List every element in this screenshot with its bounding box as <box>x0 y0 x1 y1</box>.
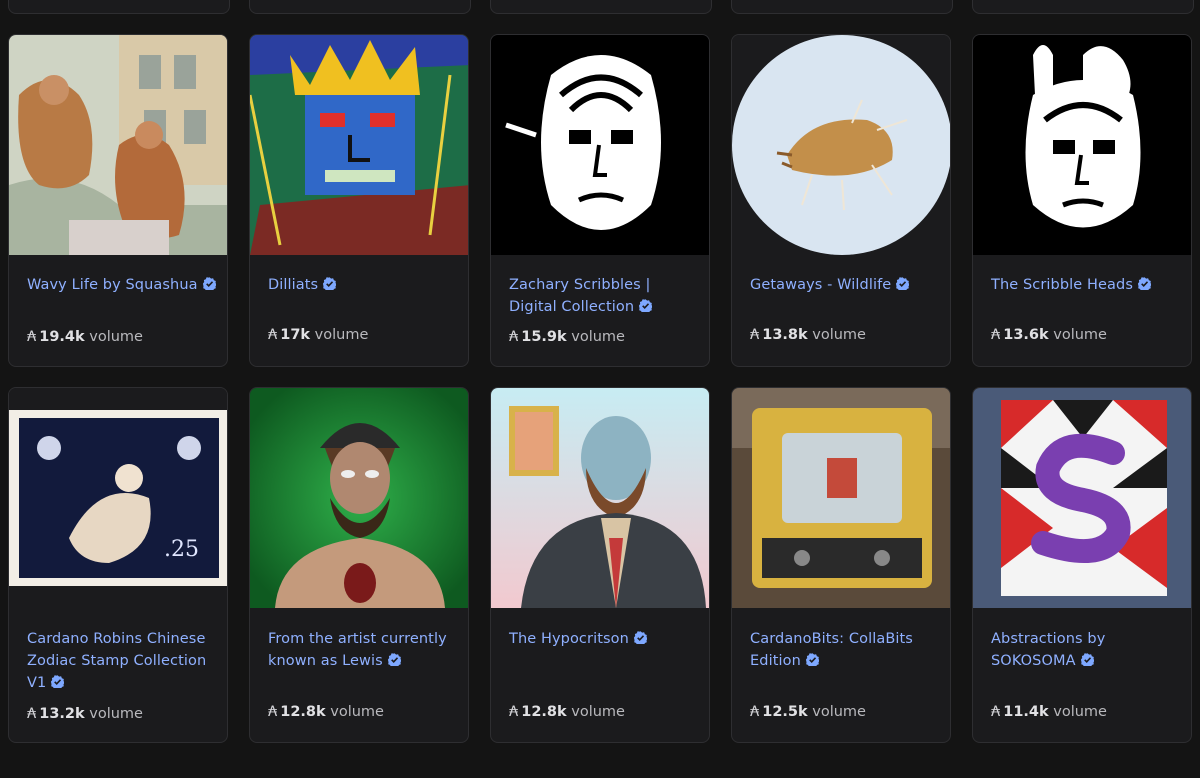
volume-label: volume <box>1053 327 1107 343</box>
ada-currency-icon: ₳ <box>991 327 1001 343</box>
verified-badge-icon <box>202 277 216 290</box>
volume-value: 17k <box>280 327 311 343</box>
verified-badge-icon <box>805 653 819 666</box>
collection-name[interactable]: Zachary Scribbles | Digital Collection <box>509 274 699 318</box>
volume-label: volume <box>89 706 143 722</box>
collection-name[interactable]: Dilliats <box>268 274 458 296</box>
collection-image-origami-beetle <box>732 35 950 255</box>
previous-row-card[interactable] <box>490 0 712 14</box>
volume-label: volume <box>812 327 866 343</box>
collection-image-scribble-face-pencil <box>491 35 709 255</box>
collection-volume: ₳ 13.8k volume <box>750 327 866 343</box>
collection-volume: ₳ 15.9k volume <box>509 329 625 345</box>
ada-currency-icon: ₳ <box>509 329 519 345</box>
collection-image-crowned-scribble-face <box>250 35 468 255</box>
collection-volume: ₳ 17k volume <box>268 327 368 343</box>
collection-image-zombie-man-glasses <box>491 388 709 608</box>
collection-volume: ₳ 11.4k volume <box>991 704 1107 720</box>
verified-badge-icon <box>1080 653 1094 666</box>
volume-value: 13.8k <box>762 327 808 343</box>
collection-name[interactable]: Cardano Robins Chinese Zodiac Stamp Coll… <box>27 628 217 694</box>
volume-label: volume <box>571 704 625 720</box>
verified-badge-icon <box>1137 277 1151 290</box>
collection-image-retro-computer <box>732 388 950 608</box>
volume-label: volume <box>314 327 369 343</box>
volume-value: 11.4k <box>1003 704 1049 720</box>
previous-row-card[interactable] <box>8 0 230 14</box>
collection-name[interactable]: From the artist currently known as Lewis <box>268 628 458 672</box>
volume-value: 12.8k <box>521 704 567 720</box>
ada-currency-icon: ₳ <box>27 706 37 722</box>
collection-name[interactable]: CardanoBits: CollaBits Edition <box>750 628 940 672</box>
verified-badge-icon <box>51 675 65 688</box>
volume-value: 19.4k <box>39 329 85 345</box>
ada-currency-icon: ₳ <box>750 704 760 720</box>
volume-label: volume <box>571 329 625 345</box>
collection-image-zodiac-stamp: .25 <box>9 388 227 608</box>
ada-currency-icon: ₳ <box>27 329 37 345</box>
verified-badge-icon <box>323 277 337 290</box>
collection-volume: ₳ 13.6k volume <box>991 327 1107 343</box>
volume-label: volume <box>812 704 866 720</box>
ada-currency-icon: ₳ <box>268 327 278 343</box>
collection-image-watercolor-monkeys <box>9 35 227 255</box>
svg-text:.25: .25 <box>164 537 199 562</box>
collection-name[interactable]: The Scribble Heads <box>991 274 1181 296</box>
verified-badge-icon <box>896 277 910 290</box>
collection-card[interactable]: Abstractions by SOKOSOMA ₳ 11.4k volume <box>972 387 1192 743</box>
collection-name[interactable]: Getaways - Wildlife <box>750 274 940 296</box>
collection-image-bearded-man-beanie <box>250 388 468 608</box>
collection-card[interactable]: The Hypocritson ₳ 12.8k volume <box>490 387 710 743</box>
volume-value: 13.2k <box>39 706 85 722</box>
collection-card[interactable]: CardanoBits: CollaBits Edition ₳ 12.5k vo… <box>731 387 951 743</box>
collection-card[interactable]: Wavy Life by Squashua ₳ 19.4k volume <box>8 34 228 367</box>
collection-volume: ₳ 13.2k volume <box>27 706 143 722</box>
verified-badge-icon <box>387 653 401 666</box>
collection-volume: ₳ 12.5k volume <box>750 704 866 720</box>
verified-badge-icon <box>633 631 647 644</box>
collection-card[interactable]: Dilliats ₳ 17k volume <box>249 34 469 367</box>
collection-volume: ₳ 19.4k volume <box>27 329 143 345</box>
previous-row-card[interactable] <box>249 0 471 14</box>
collection-card[interactable]: .25 Cardano Robins Chinese Zodiac Stamp … <box>8 387 228 743</box>
collection-volume: ₳ 12.8k volume <box>268 704 384 720</box>
volume-value: 15.9k <box>521 329 567 345</box>
volume-label: volume <box>89 329 143 345</box>
collection-image-geometric-letter-s <box>973 388 1191 608</box>
collection-name[interactable]: Wavy Life by Squashua <box>27 274 217 296</box>
collection-name[interactable]: The Hypocritson <box>509 628 699 650</box>
collection-image-scribble-head-heart <box>973 35 1191 255</box>
volume-value: 12.5k <box>762 704 808 720</box>
collection-card[interactable]: The Scribble Heads ₳ 13.6k volume <box>972 34 1192 367</box>
volume-value: 13.6k <box>1003 327 1049 343</box>
volume-value: 12.8k <box>280 704 326 720</box>
volume-label: volume <box>1053 704 1107 720</box>
collection-card[interactable]: Zachary Scribbles | Digital Collection ₳… <box>490 34 710 367</box>
verified-badge-icon <box>639 299 653 312</box>
ada-currency-icon: ₳ <box>509 704 519 720</box>
collection-name[interactable]: Abstractions by SOKOSOMA <box>991 628 1181 672</box>
ada-currency-icon: ₳ <box>268 704 278 720</box>
ada-currency-icon: ₳ <box>750 327 760 343</box>
volume-label: volume <box>330 704 384 720</box>
collection-card[interactable]: From the artist currently known as Lewis… <box>249 387 469 743</box>
collection-card[interactable]: Getaways - Wildlife ₳ 13.8k volume <box>731 34 951 367</box>
previous-row-card[interactable] <box>731 0 953 14</box>
collection-volume: ₳ 12.8k volume <box>509 704 625 720</box>
ada-currency-icon: ₳ <box>991 704 1001 720</box>
previous-row-card[interactable] <box>972 0 1194 14</box>
